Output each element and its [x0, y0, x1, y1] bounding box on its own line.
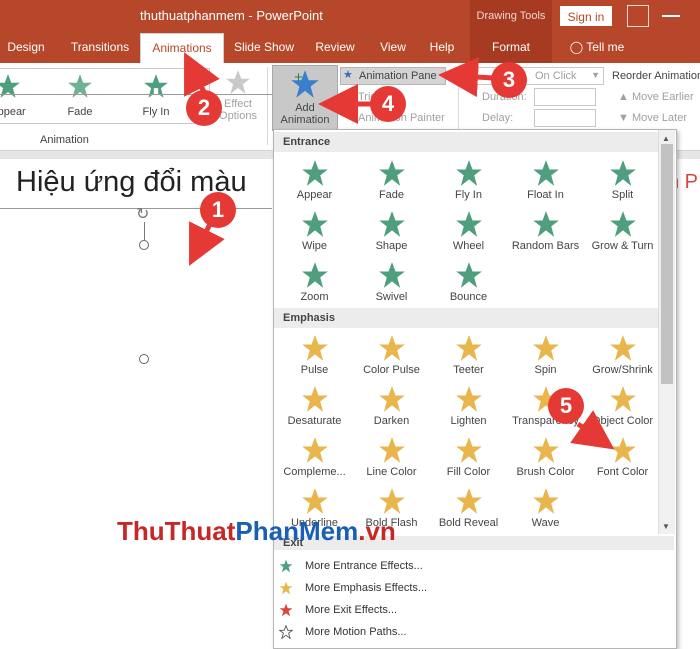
annotation-arrows [184, 52, 615, 450]
step-badge-1: 1 [200, 192, 236, 228]
arrow-3 [438, 57, 495, 98]
step-badge-2: 2 [186, 90, 222, 126]
step-badge-4: 4 [370, 86, 406, 122]
step-badge-5: 5 [548, 388, 584, 424]
arrow-1 [189, 221, 225, 266]
step-badge-3: 3 [491, 62, 527, 98]
arrow-5 [570, 410, 615, 450]
